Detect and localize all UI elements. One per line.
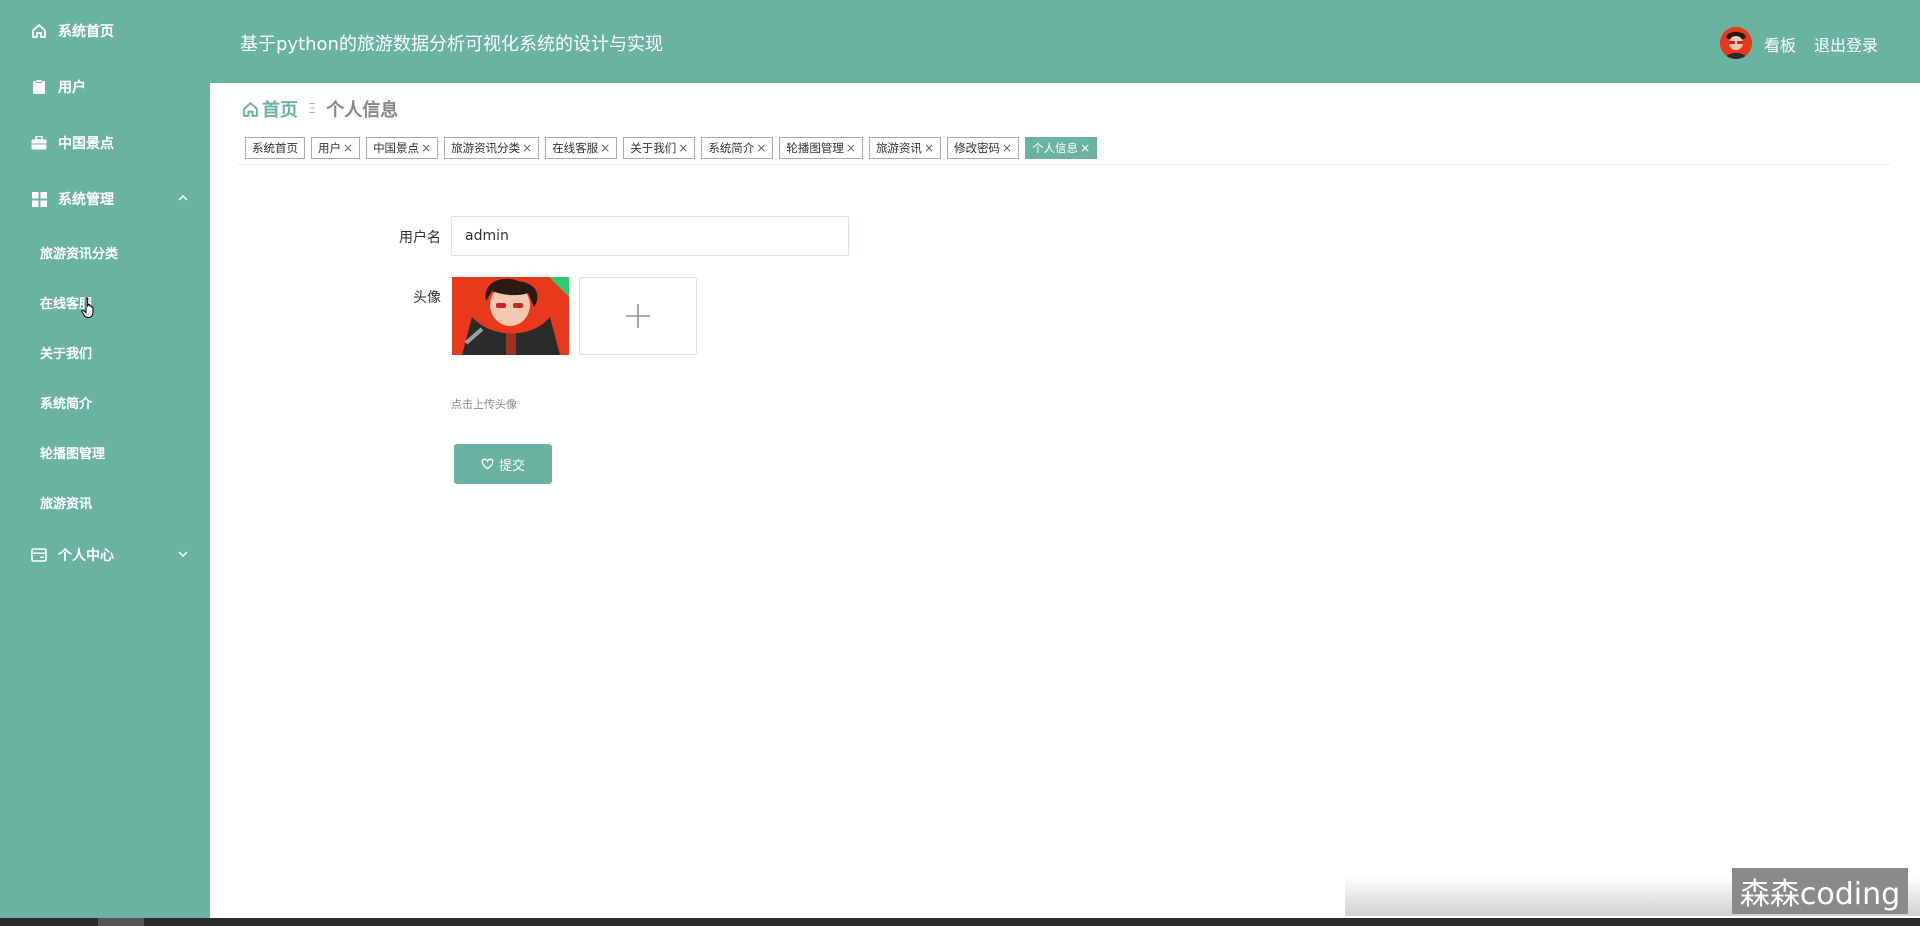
mouse-cursor-icon <box>81 297 94 318</box>
sidebar-subitem-carousel-management[interactable]: 轮播图管理 <box>0 434 210 470</box>
close-icon[interactable]: × <box>343 141 353 155</box>
dashboard-link[interactable]: 看板 <box>1764 32 1796 56</box>
close-icon[interactable]: × <box>678 141 688 155</box>
user-avatar[interactable] <box>1720 27 1752 59</box>
sidebar-item-label: 系统管理 <box>58 192 114 208</box>
breadcrumb-home[interactable]: 首页 <box>242 96 298 122</box>
tag-about-us[interactable]: 关于我们 × <box>623 137 696 159</box>
close-icon[interactable]: × <box>1002 141 1012 155</box>
breadcrumb-home-label: 首页 <box>262 100 298 121</box>
tag-label: 在线客服 <box>552 141 599 155</box>
sidebar-item-china-scenic[interactable]: 中国景点 <box>0 123 210 163</box>
sidebar-item-home[interactable]: 系统首页 <box>0 11 210 51</box>
sidebar-item-users[interactable]: 用户 <box>0 67 210 107</box>
avatar-upload-button[interactable] <box>579 277 697 355</box>
tag-online-service[interactable]: 在线客服 × <box>545 137 618 159</box>
sidebar-item-label: 系统首页 <box>58 24 114 40</box>
close-icon[interactable]: × <box>522 141 532 155</box>
heart-icon <box>481 458 494 470</box>
breadcrumb-separator: Ξ <box>308 101 317 117</box>
tag-travel-news-category[interactable]: 旅游资讯分类 × <box>444 137 540 159</box>
grid-icon <box>30 190 48 208</box>
tag-system-home[interactable]: 系统首页 <box>245 137 305 159</box>
sidebar-item-label: 个人中心 <box>58 548 114 564</box>
sidebar-subitem-online-service[interactable]: 在线客服 <box>0 284 210 320</box>
tag-users[interactable]: 用户 × <box>311 137 361 159</box>
tag-label: 旅游资讯分类 <box>451 141 521 155</box>
taskbar <box>0 918 1920 926</box>
close-icon[interactable]: × <box>421 141 431 155</box>
sidebar-item-system-management[interactable]: 系统管理 <box>0 179 210 219</box>
sidebar-subitem-about-us[interactable]: 关于我们 <box>0 334 210 370</box>
sidebar-item-label: 用户 <box>58 80 86 96</box>
app-title: 基于python的旅游数据分析可视化系统的设计与实现 <box>240 34 663 55</box>
briefcase-icon <box>30 134 48 152</box>
close-icon[interactable]: × <box>924 141 934 155</box>
sidebar-item-personal-center[interactable]: 个人中心 <box>0 535 210 575</box>
tag-label: 系统简介 <box>708 141 755 155</box>
close-icon[interactable]: × <box>846 141 856 155</box>
close-icon[interactable]: × <box>756 141 766 155</box>
plus-icon <box>626 304 650 328</box>
tag-label: 系统首页 <box>252 141 298 155</box>
sidebar-subitem-system-intro[interactable]: 系统简介 <box>0 384 210 420</box>
tags-bar: 系统首页 用户 × 中国景点 × 旅游资讯分类 × 在线客服 × 关于我们 × 系统简介 ×… <box>245 137 1103 159</box>
tag-travel-news[interactable]: 旅游资讯 × <box>868 137 941 159</box>
clipboard-icon <box>30 78 48 96</box>
tag-label: 中国景点 <box>373 141 420 155</box>
tags-divider <box>238 164 1890 165</box>
tag-label: 关于我们 <box>630 141 677 155</box>
sidebar-item-label: 中国景点 <box>58 136 114 152</box>
breadcrumb-current: 个人信息 <box>326 100 399 121</box>
tag-label: 修改密码 <box>954 141 1000 155</box>
taskbar-segment <box>98 918 144 926</box>
tag-personal-info[interactable]: 个人信息 × <box>1025 137 1098 159</box>
tag-label: 旅游资讯 <box>875 141 922 155</box>
upload-hint: 点击上传头像 <box>451 398 517 411</box>
tag-label: 用户 <box>318 141 341 155</box>
avatar-label: 头像 <box>413 290 441 306</box>
avatar-preview-image[interactable] <box>452 277 569 355</box>
submit-button[interactable]: 提交 <box>454 444 552 484</box>
tag-china-scenic[interactable]: 中国景点 × <box>366 137 439 159</box>
tag-change-password[interactable]: 修改密码 × <box>947 137 1020 159</box>
home-icon <box>243 101 258 117</box>
chevron-up-icon <box>178 194 188 201</box>
submit-label: 提交 <box>498 458 525 474</box>
tag-system-intro[interactable]: 系统简介 × <box>701 137 774 159</box>
sidebar: 系统首页 用户 中国景点 系统管理 旅游资讯分类 在线客服 关于我们 系统简介 … <box>0 0 210 926</box>
close-icon[interactable]: × <box>1080 141 1090 155</box>
close-icon[interactable]: × <box>600 141 610 155</box>
tag-label: 轮播图管理 <box>786 141 844 155</box>
chevron-down-icon <box>178 551 188 558</box>
tag-label: 个人信息 <box>1032 141 1079 155</box>
sidebar-subitem-travel-news-category[interactable]: 旅游资讯分类 <box>0 234 210 270</box>
breadcrumb: 首页 Ξ 个人信息 <box>242 96 398 122</box>
watermark: 森森coding <box>1732 868 1908 914</box>
top-header: 基于python的旅游数据分析可视化系统的设计与实现 看板 退出登录 <box>210 0 1920 83</box>
card-icon <box>30 546 48 564</box>
username-input[interactable] <box>451 216 849 256</box>
tag-carousel-management[interactable]: 轮播图管理 × <box>779 137 863 159</box>
home-icon <box>30 22 48 40</box>
logout-button[interactable]: 退出登录 <box>1814 32 1878 56</box>
username-label: 用户名 <box>399 230 441 246</box>
sidebar-subitem-travel-news[interactable]: 旅游资讯 <box>0 484 210 520</box>
